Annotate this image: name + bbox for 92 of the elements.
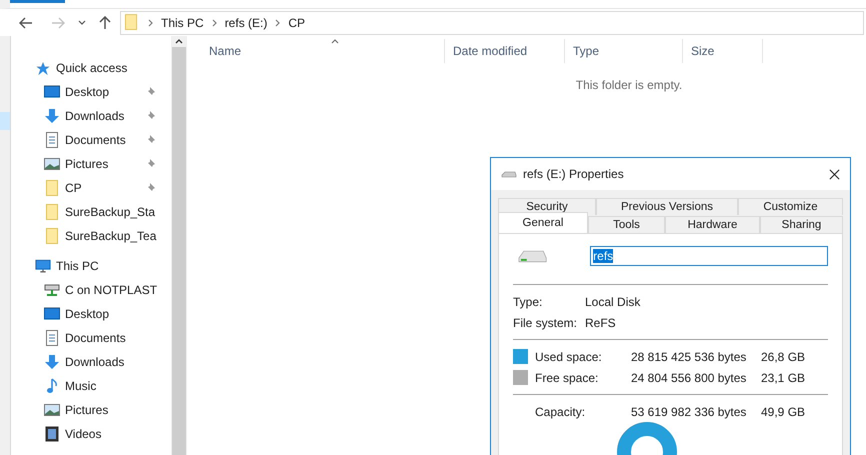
sidebar-group[interactable]: This PC <box>11 254 171 278</box>
breadcrumb[interactable]: This PC <box>161 16 204 30</box>
folder-icon <box>44 204 60 220</box>
back-arrow-icon[interactable] <box>19 16 33 28</box>
sidebar-group-label: Quick access <box>56 61 128 75</box>
sidebar-item[interactable]: Videos <box>11 422 171 446</box>
sidebar-item-label: CP <box>65 181 82 195</box>
sidebar-item[interactable]: SureBackup_Sta <box>11 200 171 224</box>
down-arrow-icon <box>44 108 60 124</box>
scroll-up-icon[interactable] <box>175 39 183 44</box>
sidebar-item[interactable]: Pictures <box>11 398 171 422</box>
dialog-title: refs (E:) Properties <box>523 167 625 181</box>
selection-highlight <box>0 112 10 130</box>
sidebar-item[interactable]: CP <box>11 176 171 200</box>
star-icon <box>35 60 51 76</box>
space-label: Used space: <box>535 350 603 364</box>
tab[interactable]: Tools <box>588 216 665 233</box>
space-bytes: 53 619 982 336 bytes <box>631 404 748 418</box>
volume-label-field[interactable]: refs <box>590 246 828 266</box>
tab[interactable]: General <box>498 212 588 233</box>
document-icon <box>44 132 60 148</box>
sidebar-item-label: C on NOTPLAST <box>65 283 158 297</box>
property-label: File system: <box>513 316 578 330</box>
sidebar-item[interactable]: SureBackup_Tea <box>11 224 171 248</box>
film-icon <box>44 426 60 442</box>
folder-icon <box>44 228 60 244</box>
sidebar-item[interactable]: Pictures <box>11 152 171 176</box>
space-size: 23,1 GB <box>761 370 806 384</box>
drive-icon <box>501 170 517 178</box>
sidebar-item-label: Music <box>65 379 96 393</box>
sidebar-item-label: SureBackup_Sta <box>65 205 156 219</box>
sidebar-item-label: Documents <box>65 331 126 345</box>
network-drive-icon <box>44 283 60 297</box>
chevron-right-icon <box>212 18 217 26</box>
sidebar-item[interactable]: Downloads <box>11 104 171 128</box>
desktop-icon <box>44 85 60 99</box>
breadcrumb[interactable]: CP <box>288 16 306 30</box>
drive-icon <box>517 249 548 263</box>
tab[interactable]: Customize <box>738 198 843 215</box>
empty-folder-message: This folder is empty. <box>574 78 684 92</box>
sort-caret-icon <box>331 39 339 44</box>
sidebar-item[interactable]: Documents <box>11 128 171 152</box>
ribbon-tab-highlight <box>10 0 65 3</box>
document-icon <box>44 330 60 346</box>
column-header[interactable]: Type <box>565 39 683 63</box>
space-label: Capacity: <box>535 404 586 418</box>
space-size: 49,9 GB <box>761 404 806 418</box>
column-header[interactable]: Size <box>683 39 763 63</box>
space-label: Free space: <box>535 370 600 384</box>
chevron-right-icon <box>148 18 153 26</box>
tab[interactable]: Sharing <box>760 216 843 233</box>
sidebar-item-label: SureBackup_Tea <box>65 229 156 243</box>
property-label: Type: <box>513 294 544 308</box>
desktop-icon <box>44 307 60 321</box>
property-value: Local Disk <box>585 294 640 308</box>
music-note-icon <box>44 378 60 394</box>
column-header[interactable]: Name <box>187 39 445 63</box>
column-header[interactable]: Date modified <box>445 39 565 63</box>
picture-icon <box>44 404 60 416</box>
folder-icon <box>125 14 138 31</box>
sidebar-item-label: Videos <box>65 427 102 441</box>
sidebar-group-label: This PC <box>56 259 99 273</box>
sidebar-item[interactable]: C on NOTPLAST <box>11 278 171 302</box>
picture-icon <box>44 158 60 170</box>
sidebar-group[interactable]: Quick access <box>11 56 171 80</box>
sidebar-item-label: Desktop <box>65 307 110 321</box>
sidebar-item-label: Pictures <box>65 403 108 417</box>
tab[interactable]: Previous Versions <box>596 198 738 215</box>
sidebar-item-label: Downloads <box>65 355 124 369</box>
breadcrumb[interactable]: refs (E:) <box>224 16 268 30</box>
sidebar-item-label: Downloads <box>65 109 124 123</box>
sidebar-item-label: Documents <box>65 133 126 147</box>
up-arrow-icon[interactable] <box>99 16 111 30</box>
sidebar-item[interactable]: Desktop <box>11 302 171 326</box>
sidebar-item-label: Pictures <box>65 157 108 171</box>
chevron-down-icon[interactable] <box>78 20 86 25</box>
space-size: 26,8 GB <box>761 350 806 364</box>
chevron-right-icon <box>275 18 280 26</box>
sidebar-item[interactable]: Downloads <box>11 350 171 374</box>
close-icon[interactable] <box>829 168 840 180</box>
tab[interactable]: Hardware <box>665 216 760 233</box>
space-bytes: 28 815 425 536 bytes <box>631 350 748 364</box>
sidebar-item[interactable]: Documents <box>11 326 171 350</box>
address-bar[interactable]: This PC refs (E:) CP <box>120 10 864 34</box>
space-bytes: 24 804 556 800 bytes <box>631 370 748 384</box>
sidebar-item[interactable]: Desktop <box>11 80 171 104</box>
folder-icon <box>44 180 60 196</box>
sidebar-item-label: Desktop <box>65 85 110 99</box>
down-arrow-icon <box>44 354 60 370</box>
computer-icon <box>35 258 51 274</box>
sidebar-item[interactable]: Music <box>11 374 171 398</box>
property-value: ReFS <box>585 316 616 330</box>
